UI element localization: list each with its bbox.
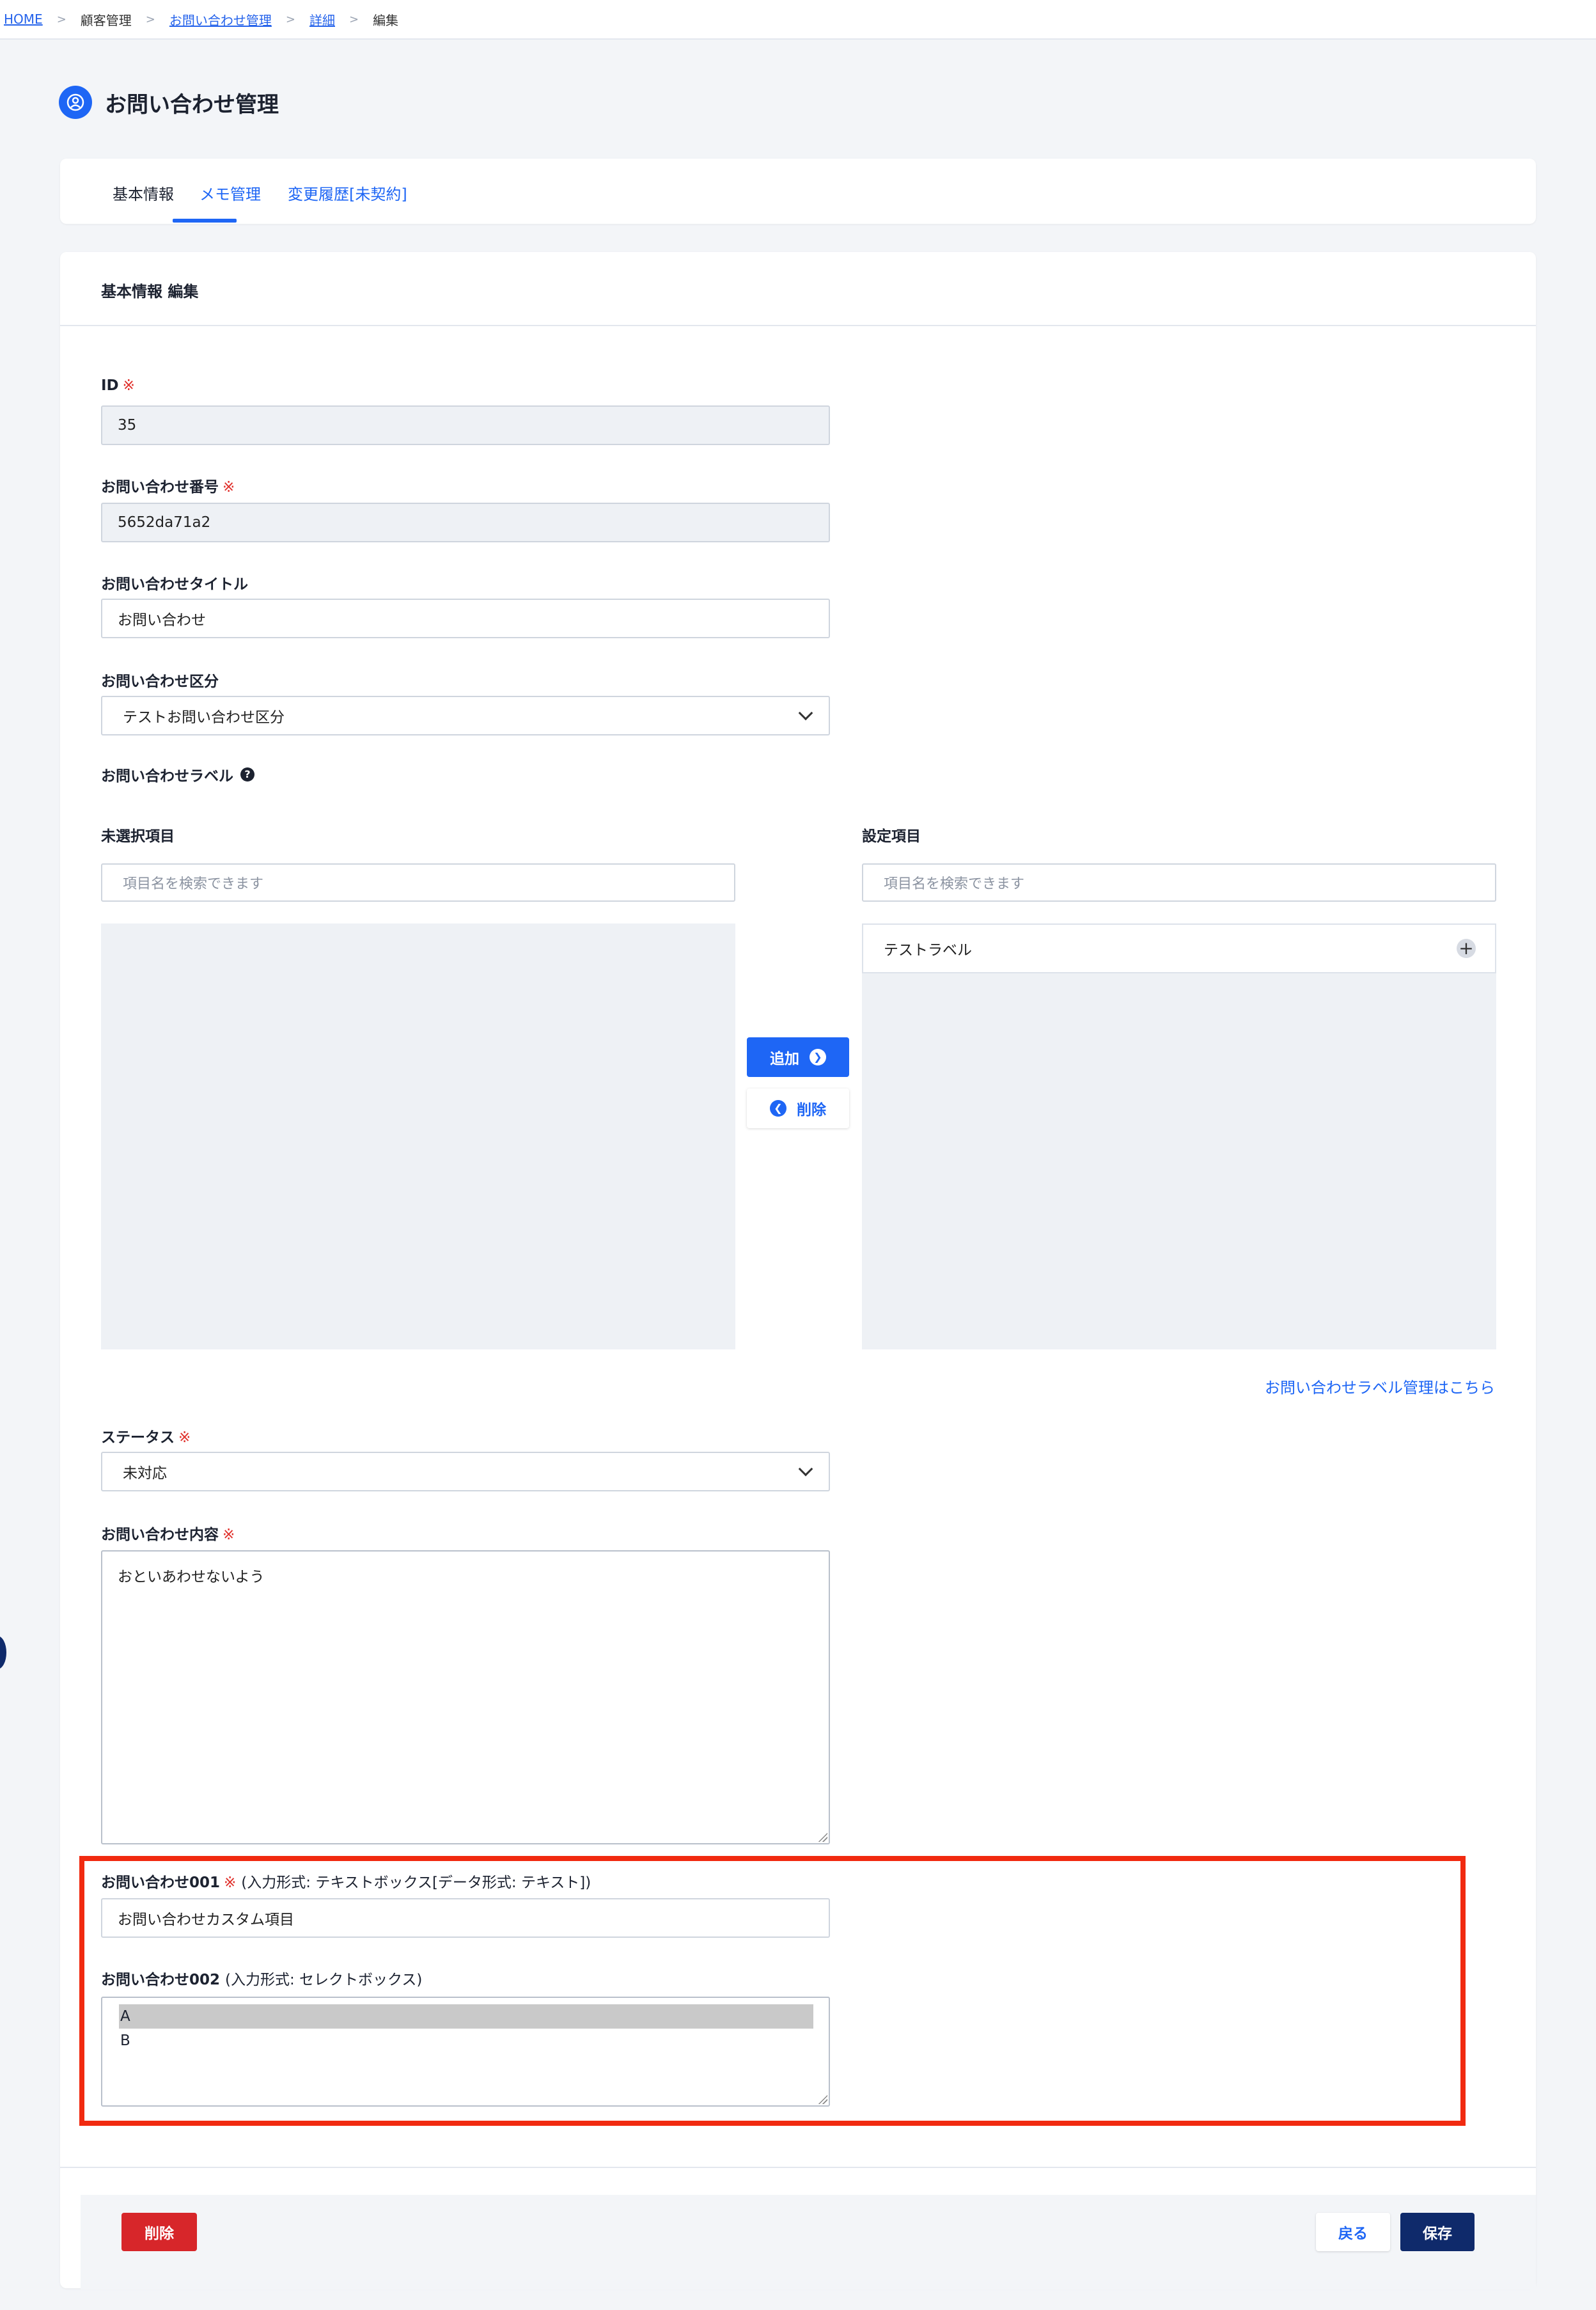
option-a[interactable]: A (119, 2004, 813, 2029)
chevron-down-icon (798, 705, 813, 721)
id-label: ID ※ (101, 377, 135, 394)
chevron-right-icon: ❯ (810, 1049, 826, 1065)
custom002-label: お問い合わせ002 (入力形式: セレクトボックス) (101, 1972, 423, 1988)
option-b[interactable]: B (119, 2029, 813, 2053)
selected-search-input[interactable]: 項目名を検索できます (862, 863, 1496, 902)
breadcrumb-detail-link[interactable]: 詳細 (309, 10, 335, 29)
inquiry-title-input[interactable]: お問い合わせ (101, 599, 830, 638)
unselected-items-title: 未選択項目 (101, 828, 175, 845)
page-header: お問い合わせ管理 (59, 86, 279, 119)
inquiry-number-field: 5652da71a2 (101, 503, 830, 542)
chevron-down-icon (798, 1461, 813, 1477)
inquiry-number-label: お問い合わせ番号 ※ (101, 479, 235, 496)
svg-text:?: ? (244, 768, 250, 780)
id-field: 35 (101, 405, 830, 445)
inquiry-content-value: おといあわせないよう (118, 1569, 265, 1585)
plus-icon[interactable]: + (1457, 939, 1476, 958)
custom002-multiselect[interactable]: A B (101, 1997, 830, 2107)
inquiry-content-textarea[interactable]: おといあわせないよう (101, 1550, 830, 1844)
label-management-link[interactable]: お問い合わせラベル管理はこちら (1265, 1375, 1495, 1397)
remove-label-button[interactable]: ❮ 削除 (747, 1088, 849, 1128)
selected-items-title: 設定項目 (862, 828, 921, 845)
chevron-left-icon: ❮ (770, 1100, 786, 1117)
status-select[interactable]: 未対応 (101, 1452, 830, 1491)
breadcrumb-separator: > (56, 12, 66, 26)
user-circle-icon (59, 86, 92, 119)
active-tab-indicator (173, 219, 237, 223)
delete-button[interactable]: 削除 (121, 2213, 197, 2251)
breadcrumb: HOME > 顧客管理 > お問い合わせ管理 > 詳細 > 編集 (0, 0, 1596, 40)
tab-bar: 基本情報 メモ管理 変更履歴[未契約] (60, 159, 1536, 224)
tab-basic-info[interactable]: 基本情報 (113, 182, 174, 204)
breadcrumb-inquiry-link[interactable]: お問い合わせ管理 (169, 10, 272, 29)
tab-history[interactable]: 変更履歴[未契約] (288, 182, 407, 204)
breadcrumb-separator: > (348, 12, 359, 26)
custom001-label: お問い合わせ001 ※ (入力形式: テキストボックス[データ形式: テキスト]) (101, 1874, 591, 1891)
inquiry-category-select[interactable]: テストお問い合わせ区分 (101, 696, 830, 735)
add-label-button[interactable]: 追加 ❯ (747, 1037, 849, 1077)
save-button[interactable]: 保存 (1400, 2213, 1475, 2251)
selected-items-list[interactable]: テストラベル + (862, 923, 1496, 1349)
back-button[interactable]: 戻る (1316, 2213, 1390, 2251)
resize-handle[interactable] (817, 1832, 827, 1842)
page-title: お問い合わせ管理 (105, 91, 279, 118)
inquiry-category-value: テストお問い合わせ区分 (123, 709, 285, 726)
list-item[interactable]: テストラベル + (862, 923, 1496, 973)
divider (60, 2167, 1536, 2168)
tab-memo[interactable]: メモ管理 (199, 182, 261, 204)
list-item-label: テストラベル (884, 942, 972, 959)
unselected-search-input[interactable]: 項目名を検索できます (101, 863, 735, 902)
breadcrumb-customer: 顧客管理 (80, 12, 132, 28)
status-value: 未対応 (123, 1465, 167, 1482)
status-label: ステータス ※ (101, 1429, 191, 1446)
divider (60, 325, 1536, 326)
breadcrumb-home-link[interactable]: HOME (4, 12, 43, 27)
inquiry-title-label: お問い合わせタイトル (101, 576, 248, 593)
help-icon[interactable]: ? (240, 767, 255, 782)
edit-form-card: 基本情報 編集 ID ※ 35 お問い合わせ番号 ※ 5652da71a2 お問い合… (60, 252, 1536, 2290)
breadcrumb-edit: 編集 (373, 12, 399, 28)
card-title: 基本情報 編集 (101, 283, 199, 301)
breadcrumb-separator: > (145, 12, 155, 26)
side-handle[interactable] (0, 1636, 6, 1669)
inquiry-category-label: お問い合わせ区分 (101, 673, 219, 690)
custom001-input[interactable]: お問い合わせカスタム項目 (101, 1898, 830, 1938)
inquiry-labels-label: お問い合わせラベル ? (101, 764, 255, 785)
resize-handle[interactable] (817, 2094, 827, 2104)
breadcrumb-separator: > (285, 12, 295, 26)
inquiry-content-label: お問い合わせ内容 ※ (101, 1527, 235, 1543)
unselected-items-list[interactable] (101, 923, 735, 1349)
